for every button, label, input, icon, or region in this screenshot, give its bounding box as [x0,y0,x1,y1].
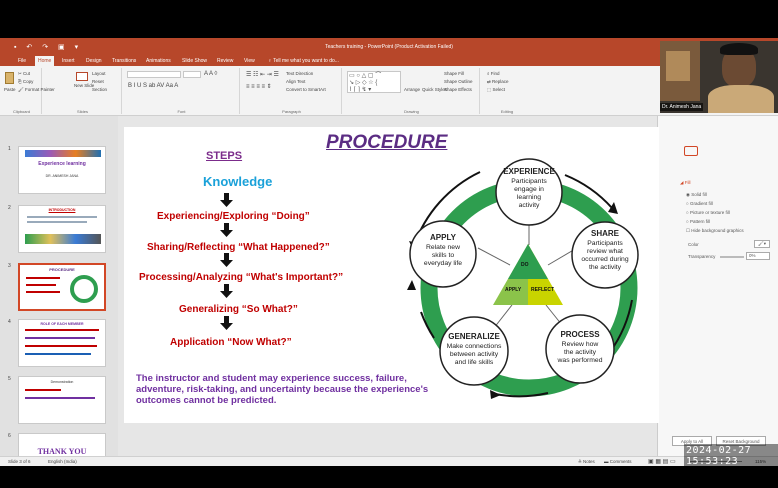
background-object [666,51,690,81]
triangle-do-label: DO [521,262,529,268]
share-title: SHARE [590,229,619,238]
timestamp-overlay: 2024-02-27 15:53:23 [684,444,778,468]
triangle-reflect-label: REFLECT [531,287,555,293]
arrow-head [407,280,416,290]
process-title: PROCESS [560,330,600,339]
apply-line: Relate new [425,244,460,251]
experience-line: activity [518,202,540,209]
participant-name: Dr. Animesh Jana [660,103,704,111]
share-line: the activity [588,264,622,271]
apply-line: everyday life [423,260,463,267]
arrow-head [608,202,618,214]
hair [720,43,758,55]
process-line: the activity [563,349,597,356]
experience-title: EXPERIENCE [503,167,555,176]
share-text: SHARE Participants review what occurred … [572,230,638,272]
process-text: PROCESS Review how the activity was perf… [546,331,614,365]
webcam-overlay: Dr. Animesh Jana [660,41,778,113]
apply-title: APPLY [430,233,456,242]
share-line: Participants [587,240,623,247]
generalize-title: GENERALIZE [448,332,500,341]
share-line: occurred during [581,256,629,263]
experience-line: engage in [514,186,544,193]
process-line: was performed [557,357,603,364]
experience-line: Participants [511,178,547,185]
experience-text: EXPERIENCE Participants engage in learni… [496,168,562,210]
apply-line: skills to [431,252,455,259]
experience-line: learning [516,194,542,201]
apply-text: APPLY Relate new skills to everyday life [410,234,476,268]
generalize-line: Make connections [446,343,502,350]
generalize-text: GENERALIZE Make connections between acti… [438,333,510,367]
share-line: review what [587,248,623,255]
shirt [708,85,774,113]
generalize-line: between activity [449,351,499,358]
spoke [477,247,511,266]
process-line: Review how [561,341,599,348]
triangle-apply-label: APPLY [505,287,522,293]
generalize-line: and life skills [454,359,494,366]
